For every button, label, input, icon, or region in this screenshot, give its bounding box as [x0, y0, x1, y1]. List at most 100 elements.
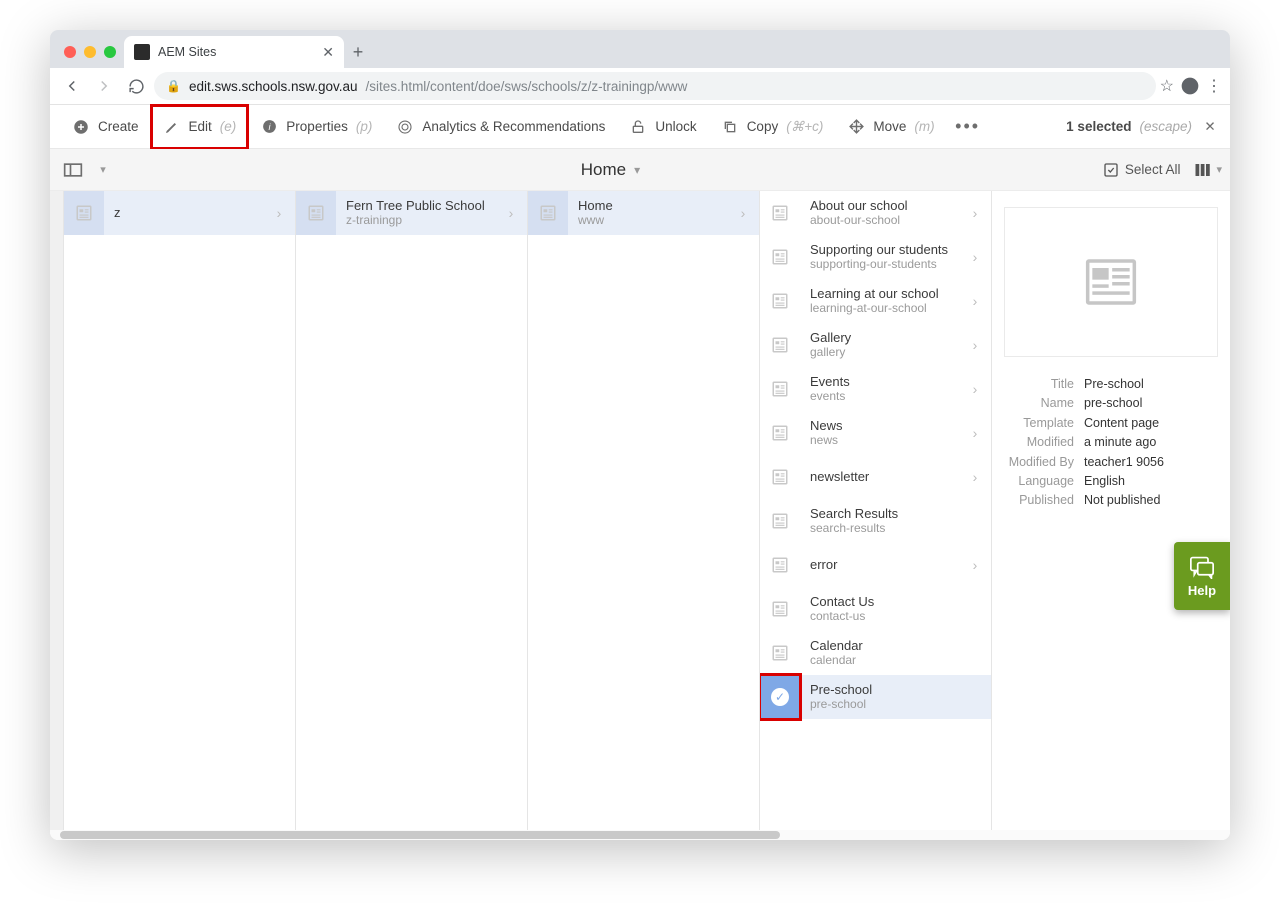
page-item[interactable]: About our schoolabout-our-school› [760, 191, 991, 235]
page-item[interactable]: Fern Tree Public Schoolz-trainingp› [296, 191, 527, 235]
deselect-button[interactable]: ✕ [1200, 119, 1220, 135]
copy-button[interactable]: Copy (⌘+c) [709, 105, 836, 149]
create-button[interactable]: Create [60, 105, 151, 149]
page-icon[interactable] [760, 543, 800, 587]
page-item[interactable]: newsletter› [760, 455, 991, 499]
page-title: newsletter [810, 470, 957, 485]
browser-toolbar: 🔒 edit.sws.schools.nsw.gov.au/sites.html… [50, 68, 1230, 105]
horizontal-scrollbar[interactable] [50, 830, 1230, 840]
favicon-icon [134, 44, 150, 60]
page-icon[interactable] [760, 367, 800, 411]
page-icon[interactable] [760, 631, 800, 675]
rail-panel-collapsed [50, 191, 64, 830]
forward-button[interactable] [90, 72, 118, 100]
meta-key: Title [1004, 375, 1084, 394]
ellipsis-icon: ••• [959, 118, 977, 136]
page-item[interactable]: Contact Uscontact-us [760, 587, 991, 631]
page-item[interactable]: Calendarcalendar [760, 631, 991, 675]
selected-check-icon[interactable]: ✓ [760, 675, 800, 719]
page-item[interactable]: Gallerygallery› [760, 323, 991, 367]
page-item[interactable]: Search Resultssearch-results [760, 499, 991, 543]
meta-key: Modified By [1004, 453, 1084, 472]
page-icon[interactable] [296, 191, 336, 235]
page-item[interactable]: Supporting our studentssupporting-our-st… [760, 235, 991, 279]
meta-row: PublishedNot published [1004, 491, 1218, 510]
page-icon[interactable] [760, 323, 800, 367]
minimize-window-icon[interactable] [84, 46, 96, 58]
back-button[interactable] [58, 72, 86, 100]
select-all-button[interactable]: Select All [1103, 162, 1181, 178]
page-item[interactable]: error› [760, 543, 991, 587]
page-title: Supporting our students [810, 243, 957, 258]
analytics-button[interactable]: Analytics & Recommendations [384, 105, 617, 149]
page-name: search-results [810, 522, 983, 536]
page-icon[interactable] [760, 191, 800, 235]
chevron-right-icon: › [967, 337, 983, 353]
rail-toggle-button[interactable] [58, 155, 88, 185]
help-widget[interactable]: Help [1174, 542, 1230, 610]
page-title: Learning at our school [810, 287, 957, 302]
breadcrumb[interactable]: Home ▾ [581, 160, 640, 180]
profile-icon[interactable] [1180, 76, 1200, 96]
page-icon[interactable] [64, 191, 104, 235]
page-icon[interactable] [760, 455, 800, 499]
page-item[interactable]: Newsnews› [760, 411, 991, 455]
edit-button[interactable]: Edit (e) [151, 105, 249, 149]
page-icon[interactable] [760, 279, 800, 323]
chevron-right-icon: › [503, 205, 519, 221]
browser-window: AEM Sites ✕ + 🔒 edit.sws.schools.nsw.gov… [50, 30, 1230, 840]
page-title: z [114, 206, 261, 221]
meta-key: Template [1004, 414, 1084, 433]
page-item[interactable]: Learning at our schoollearning-at-our-sc… [760, 279, 991, 323]
action-bar: Create Edit (e) i Properties (p) Analyti… [50, 105, 1230, 149]
unlock-icon [629, 118, 647, 136]
rail-bar: ▾ Home ▾ Select All ▾ [50, 149, 1230, 191]
address-bar[interactable]: 🔒 edit.sws.schools.nsw.gov.au/sites.html… [154, 72, 1156, 100]
meta-key: Language [1004, 472, 1084, 491]
kebab-menu-icon[interactable]: ⋮ [1206, 76, 1222, 96]
page-title: Search Results [810, 507, 983, 522]
star-icon[interactable]: ☆ [1160, 76, 1174, 96]
page-item[interactable]: z› [64, 191, 295, 235]
page-title: Contact Us [810, 595, 983, 610]
page-icon[interactable] [760, 587, 800, 631]
page-icon[interactable] [760, 499, 800, 543]
maximize-window-icon[interactable] [104, 46, 116, 58]
page-title: Gallery [810, 331, 957, 346]
column-view: z› Fern Tree Public Schoolz-trainingp› H… [50, 191, 1230, 830]
page-icon[interactable] [528, 191, 568, 235]
plus-circle-icon [72, 118, 90, 136]
chevron-right-icon: › [967, 293, 983, 309]
info-circle-icon: i [260, 118, 278, 136]
column-2: Fern Tree Public Schoolz-trainingp› [296, 191, 528, 830]
chevron-down-icon[interactable]: ▾ [88, 155, 118, 185]
meta-key: Published [1004, 491, 1084, 510]
new-tab-button[interactable]: + [344, 36, 372, 68]
reload-button[interactable] [122, 72, 150, 100]
page-title: About our school [810, 199, 957, 214]
chevron-right-icon: › [967, 249, 983, 265]
chat-icon [1188, 555, 1216, 579]
move-button[interactable]: Move (m) [835, 105, 946, 149]
close-window-icon[interactable] [64, 46, 76, 58]
meta-value: Content page [1084, 414, 1159, 433]
properties-button[interactable]: i Properties (p) [248, 105, 384, 149]
unlock-button[interactable]: Unlock [617, 105, 708, 149]
page-icon[interactable] [760, 235, 800, 279]
page-item-selected[interactable]: ✓ Pre-schoolpre-school [760, 675, 991, 719]
page-item[interactable]: Homewww› [528, 191, 759, 235]
meta-value: pre-school [1084, 394, 1142, 413]
page-item[interactable]: Eventsevents› [760, 367, 991, 411]
page-name: z-trainingp [346, 214, 493, 228]
tab-close-icon[interactable]: ✕ [322, 44, 334, 61]
page-title: Pre-school [810, 683, 983, 698]
page-name: pre-school [810, 698, 983, 712]
browser-tab[interactable]: AEM Sites ✕ [124, 36, 344, 68]
meta-value: teacher1 9056 [1084, 453, 1164, 472]
more-actions-button[interactable]: ••• [947, 105, 989, 149]
page-icon[interactable] [760, 411, 800, 455]
page-title: Events [810, 375, 957, 390]
view-switcher-button[interactable]: ▾ [1194, 162, 1222, 178]
meta-key: Name [1004, 394, 1084, 413]
page-title: News [810, 419, 957, 434]
